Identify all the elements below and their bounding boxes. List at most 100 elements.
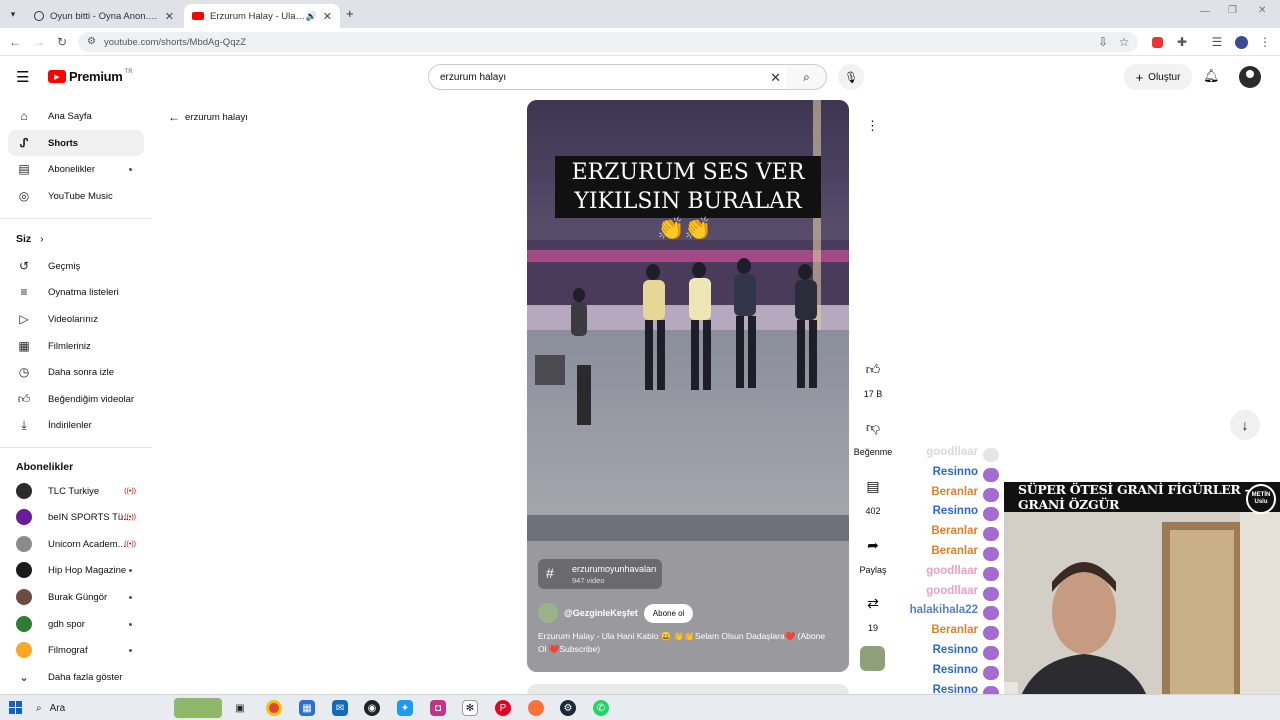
subscription-unicorn-academy[interactable]: Unicorn Academ... ((•)) xyxy=(8,531,144,557)
new-tab-button[interactable]: + xyxy=(346,6,354,21)
reading-list-icon[interactable]: ☰ xyxy=(1210,35,1224,49)
subscription-filmograf[interactable]: Filmograf xyxy=(8,637,144,663)
sidebar-item-label: Ana Sayfa xyxy=(48,110,92,122)
maximize-window-button[interactable]: ❐ xyxy=(1228,5,1237,16)
subscription-gdh-spor[interactable]: gdh spor xyxy=(8,611,144,637)
extension-red-icon[interactable] xyxy=(1150,35,1164,49)
streamer-logo-badge: METİN Uslu xyxy=(1246,484,1276,514)
subscription-tlc-turkiye[interactable]: TLC Turkiye ((•)) xyxy=(8,478,144,504)
profile-avatar-icon[interactable] xyxy=(1234,35,1248,49)
channel-name: Filmograf xyxy=(48,644,88,656)
next-video-button[interactable]: ↓ xyxy=(1230,410,1260,440)
install-app-icon[interactable]: ⇩ xyxy=(1096,35,1110,49)
forward-icon[interactable]: → xyxy=(32,35,46,49)
sound-avatar[interactable] xyxy=(860,646,885,671)
sidebar-item-history[interactable]: ↺ Geçmiş xyxy=(8,253,144,279)
sidebar-item-playlists[interactable]: ≡ Oynatma listeleri xyxy=(8,279,144,305)
audio-playing-icon[interactable]: 🔊 xyxy=(306,11,317,22)
minimize-window-button[interactable]: — xyxy=(1200,6,1210,17)
browser-menu-icon[interactable]: ⋮ xyxy=(1258,35,1272,49)
tab-list-button[interactable]: ▾ xyxy=(6,7,20,21)
chat-emote-icon xyxy=(983,487,999,502)
search-button[interactable]: ⌕ xyxy=(787,64,827,90)
notifications-bell-icon[interactable]: 🔔︎ xyxy=(1203,68,1220,84)
channel-row: @GezginleKeşfet Abone ol xyxy=(538,603,694,623)
dislike-action[interactable]: 👎︎ Beğenme xyxy=(852,410,894,458)
site-info-icon[interactable]: ⚙ xyxy=(87,36,96,47)
sidebar-item-shorts[interactable]: ᔑ Shorts xyxy=(8,130,144,156)
reload-icon[interactable]: ↻ xyxy=(55,35,69,49)
extensions-puzzle-icon[interactable]: ✚ xyxy=(1175,35,1189,49)
film-icon: ▦ xyxy=(18,339,30,353)
create-button[interactable]: + Oluştur xyxy=(1124,64,1192,90)
subscribe-button[interactable]: Abone ol xyxy=(643,603,694,623)
new-content-dot xyxy=(129,648,132,652)
channel-name: gdh spor xyxy=(48,618,85,630)
browser-tab-lichess[interactable]: Oyun bitti - Oyna Anon. - liche… ✕ xyxy=(26,4,182,28)
subscription-burak-gungor[interactable]: Burak Güngör xyxy=(8,584,144,610)
sidebar-item-liked-videos[interactable]: 👍︎ Beğendiğim videolar xyxy=(8,386,144,412)
back-to-search-link[interactable]: ← erzurum halayı xyxy=(168,110,248,124)
remix-icon: ⇄ xyxy=(867,594,879,611)
live-indicator-icon: ((•)) xyxy=(124,540,136,548)
like-action[interactable]: 👍︎ 17 B xyxy=(852,352,894,400)
store-icon[interactable]: ▦ xyxy=(299,700,315,716)
next-short-preview[interactable] xyxy=(527,684,849,694)
address-bar[interactable]: ⚙ youtube.com/shorts/MbdAg-QqzZ xyxy=(78,32,1138,52)
youtube-logo[interactable]: ▶ Premium TR xyxy=(48,69,133,84)
music-icon: ◎ xyxy=(18,189,30,203)
obs-icon[interactable]: ◉ xyxy=(364,700,380,716)
comments-action[interactable]: ▤ 402 xyxy=(852,469,894,517)
browser-tab-youtube[interactable]: Erzurum Halay - Ula Hani K… 🔊 ✕ xyxy=(184,4,340,28)
sidebar-item-downloads[interactable]: ⤓ İndirilenler xyxy=(8,412,144,438)
hamburger-menu-icon[interactable]: ☰ xyxy=(16,68,29,86)
back-icon[interactable]: ← xyxy=(8,35,22,49)
sidebar-item-label: Shorts xyxy=(48,137,79,149)
close-tab-icon[interactable]: ✕ xyxy=(165,10,174,23)
sidebar-item-home[interactable]: ⌂ Ana Sayfa xyxy=(8,103,144,129)
taskbar-search[interactable]: ⌕ Ara xyxy=(36,699,166,717)
voice-search-button[interactable]: 🎙 xyxy=(838,64,864,90)
browser-toolbar: ← → ↻ ⚙ youtube.com/shorts/MbdAg-QqzZ ⇩ … xyxy=(0,28,1280,56)
bookmark-star-icon[interactable]: ☆ xyxy=(1117,35,1131,49)
channel-handle[interactable]: @GezginleKeşfet xyxy=(564,608,638,618)
steam-icon[interactable]: ⚙ xyxy=(560,700,576,716)
sidebar-item-watch-later[interactable]: ◷ Daha sonra izle xyxy=(8,359,144,385)
task-view-icon[interactable]: ▣ xyxy=(232,700,248,716)
subscription-hip-hop-magazine[interactable]: Hip Hop Magazine xyxy=(8,557,144,583)
windows-start-icon[interactable] xyxy=(9,701,22,714)
show-more-button[interactable]: ⌄ Daha fazla göster xyxy=(8,664,144,690)
instagram-icon[interactable]: ◘ xyxy=(430,700,446,716)
channel-avatar[interactable] xyxy=(538,603,558,623)
chevron-down-icon: ⌄ xyxy=(18,670,30,684)
download-icon: ⤓ xyxy=(21,417,27,432)
sidebar-item-music[interactable]: ◎ YouTube Music xyxy=(8,183,144,209)
sidebar-item-subscriptions[interactable]: ▤ Abonelikler xyxy=(8,156,144,182)
show-more-label: Daha fazla göster xyxy=(48,671,123,683)
history-icon: ↺ xyxy=(18,259,30,273)
search-highlight-image[interactable] xyxy=(174,698,222,718)
sidebar-item-movies[interactable]: ▦ Filmleriniz xyxy=(8,333,144,359)
sidebar-item-your-videos[interactable]: ▷ Videolarınız xyxy=(8,306,144,332)
subscription-bein-sports[interactable]: beIN SPORTS Tü... ((•)) xyxy=(8,504,144,530)
twitter-icon[interactable]: ✦ xyxy=(397,700,413,716)
more-options-icon[interactable]: ⋮ xyxy=(866,118,879,134)
you-section-header[interactable]: Siz › xyxy=(16,233,44,245)
search-icon: ⌕ xyxy=(803,69,810,84)
chatgpt-icon[interactable]: ✻ xyxy=(462,700,478,716)
close-window-button[interactable]: ✕ xyxy=(1258,5,1266,16)
clear-search-icon[interactable]: ✕ xyxy=(770,70,781,86)
chrome-icon[interactable] xyxy=(266,700,282,716)
hashtag-chip[interactable]: # erzurumoyunhavaları 947 video xyxy=(538,559,662,589)
firefox-icon[interactable] xyxy=(528,700,544,716)
live-indicator-icon: ((•)) xyxy=(124,487,136,495)
remix-action[interactable]: ⇄ 19 xyxy=(852,586,894,634)
search-input[interactable]: erzurum halayı ✕ xyxy=(428,64,788,90)
account-avatar[interactable] xyxy=(1239,66,1261,88)
close-tab-icon[interactable]: ✕ xyxy=(323,10,332,23)
share-action[interactable]: ➦ Paylaş xyxy=(852,528,894,576)
whatsapp-icon[interactable]: ✆ xyxy=(593,700,609,716)
shorts-video-player[interactable]: ERZURUM SES VER YIKILSIN BURALAR 👏👏 # er… xyxy=(527,100,849,672)
mail-icon[interactable]: ✉ xyxy=(332,700,348,716)
pinterest-icon[interactable]: P xyxy=(495,700,511,716)
